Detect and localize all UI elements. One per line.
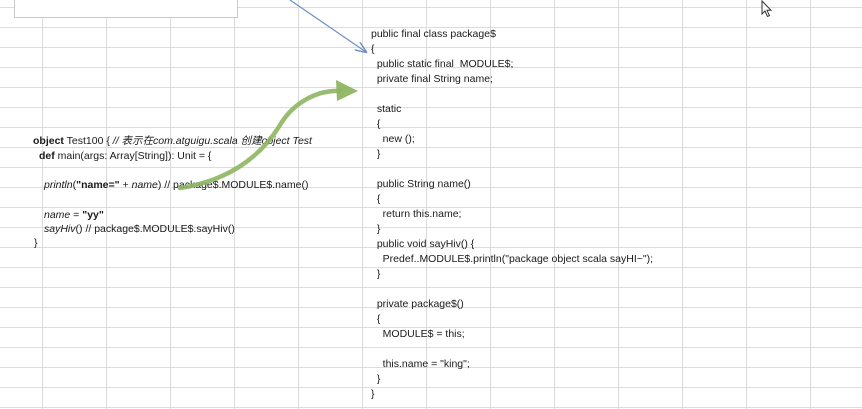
mouse-pointer-icon <box>761 0 773 18</box>
green-curved-arrow <box>177 80 358 191</box>
arrows-overlay <box>177 0 862 191</box>
blue-arrow <box>289 0 366 52</box>
